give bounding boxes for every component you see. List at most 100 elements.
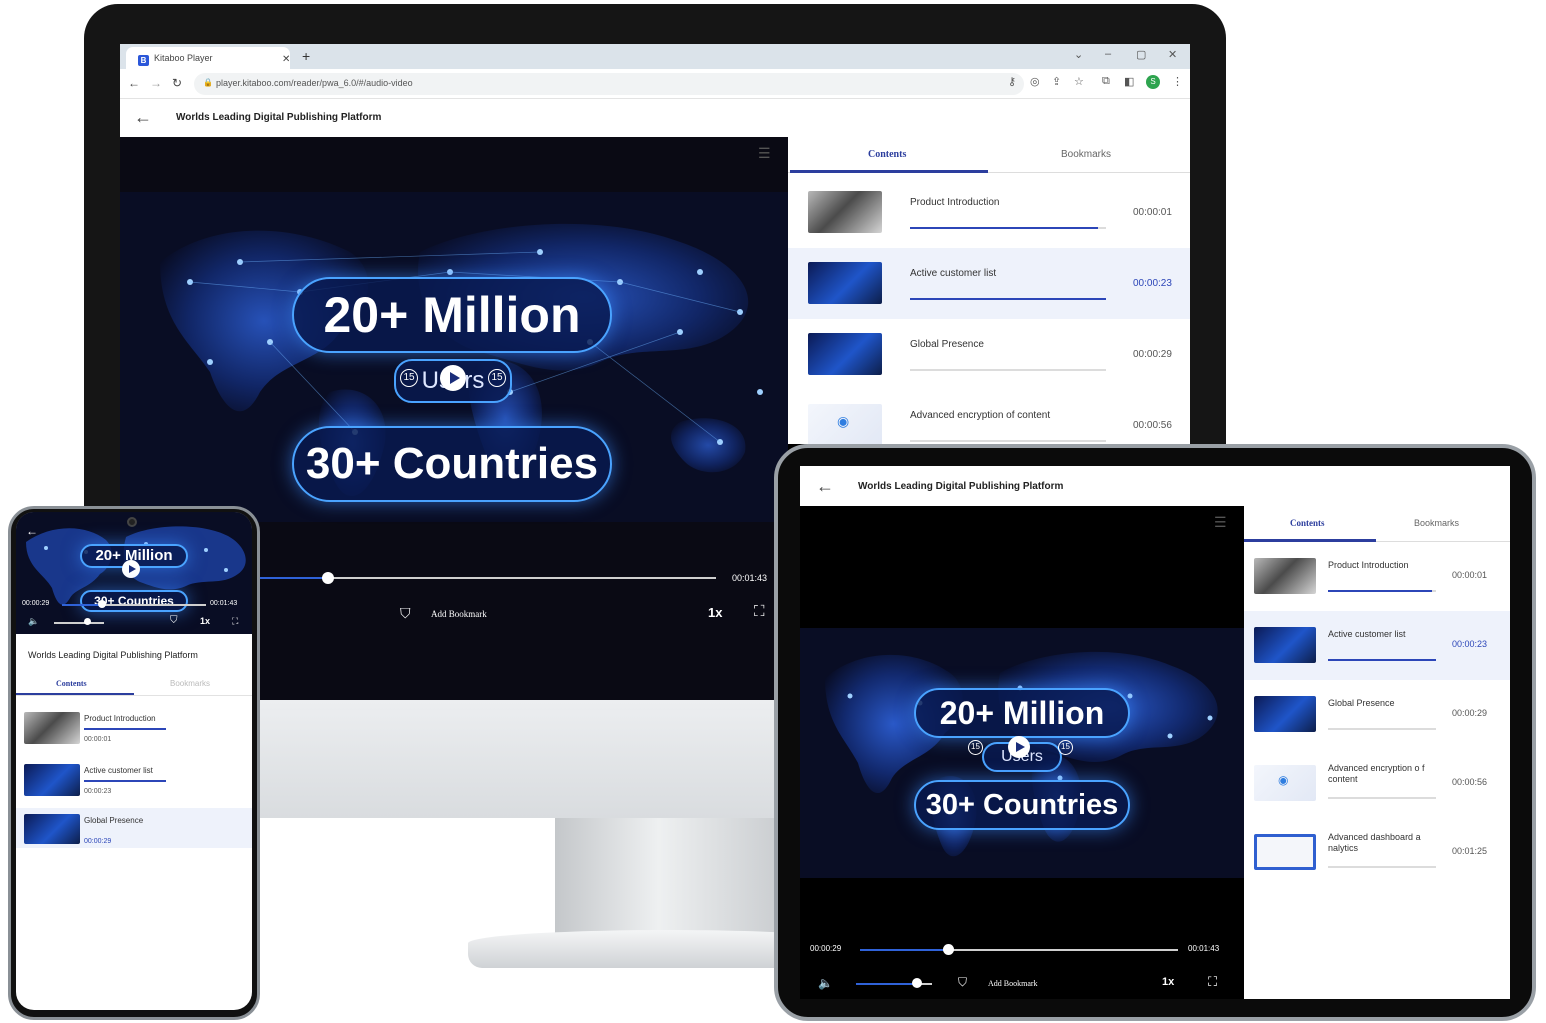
page-title: Worlds Leading Digital Publishing Platfo… <box>176 112 382 123</box>
active-tab-underline <box>16 693 134 695</box>
back-arrow-icon[interactable]: ← <box>816 477 834 495</box>
chapter-row[interactable]: Product Introduction 00:00:01 <box>16 702 252 752</box>
minimize-icon[interactable]: – <box>1105 48 1111 60</box>
seek-handle[interactable] <box>943 944 954 955</box>
chapter-row-active[interactable]: Active customer list 00:00:23 <box>788 248 1190 319</box>
seek-progress <box>62 604 102 606</box>
chapter-row[interactable]: Global Presence 00:00:29 <box>788 319 1190 390</box>
fullscreen-icon[interactable]: ⛶ <box>754 603 765 620</box>
add-bookmark-label[interactable]: Add Bookmark <box>988 979 1038 988</box>
speed-button[interactable]: 1x <box>708 605 722 620</box>
volume-handle[interactable] <box>912 978 922 988</box>
tablet-header: ← Worlds Leading Digital Publishing Plat… <box>800 466 1510 506</box>
seek-handle[interactable] <box>98 600 106 608</box>
close-tab-icon[interactable]: ✕ <box>282 54 290 65</box>
chapter-row[interactable]: ◉ Advanced encryption o f content 00:00:… <box>1244 749 1510 818</box>
tablet-screen: ← Worlds Leading Digital Publishing Plat… <box>800 466 1510 999</box>
chapter-title: Advanced dashboard a nalytics <box>1328 832 1421 853</box>
settings-sliders-icon[interactable]: ☰ <box>758 145 771 162</box>
browser-tab[interactable]: B Kitaboo Player ✕ <box>126 47 290 69</box>
rewind-15-icon[interactable]: 15 <box>968 740 983 755</box>
chapter-thumbnail <box>808 333 882 375</box>
chapter-time: 00:00:23 <box>1133 278 1172 289</box>
chapter-progress-fill <box>910 227 1099 229</box>
url-field[interactable]: 🔒 player.kitaboo.com/reader/pwa_6.0/#/au… <box>194 73 1024 95</box>
chapter-time: 00:01:25 <box>1452 846 1488 856</box>
chapter-progress-fill <box>1328 590 1432 592</box>
tab-bookmarks[interactable]: Bookmarks <box>1414 518 1459 528</box>
play-button[interactable] <box>440 365 466 391</box>
chapter-title: Advanced encryption o f content <box>1328 763 1425 784</box>
chapter-progress-fill <box>1328 659 1436 661</box>
duration-label: 00:01:43 <box>732 573 768 583</box>
forward-nav-icon[interactable]: → <box>150 76 162 90</box>
chapter-row-active[interactable]: Active customer list 00:00:23 <box>1244 611 1510 680</box>
volume-icon[interactable]: 🔈 <box>28 616 39 627</box>
more-menu-icon[interactable]: ⋮ <box>1172 75 1183 88</box>
fullscreen-icon[interactable]: ⛶ <box>232 616 238 627</box>
page-title: Worlds Leading Digital Publishing Platfo… <box>858 481 1064 492</box>
chapter-time: 00:00:29 <box>1133 349 1172 360</box>
fullscreen-icon[interactable]: ⛶ <box>1208 974 1217 990</box>
tab-search-icon[interactable]: ⌄ <box>1074 48 1083 61</box>
chapter-row[interactable]: Active customer list 00:00:23 <box>16 754 252 804</box>
volume-icon[interactable]: 🔈 <box>818 976 833 990</box>
front-camera <box>127 517 137 527</box>
kitaboo-favicon-icon: B <box>138 55 149 66</box>
chapter-row[interactable]: Product Introduction 00:00:01 <box>788 177 1190 248</box>
tab-title: Kitaboo Player <box>154 53 213 63</box>
play-button[interactable] <box>1008 736 1030 758</box>
star-icon[interactable]: ☆ <box>1074 75 1084 88</box>
extension-icon[interactable]: ⧉ <box>1102 75 1110 88</box>
rewind-15-icon[interactable]: 15 <box>400 369 418 387</box>
tablet-video-player[interactable]: ☰ 20+ Million Users 30+ Countries 15 <box>800 506 1244 999</box>
lens-icon[interactable]: ◎ <box>1030 75 1040 88</box>
tab-bookmarks[interactable]: Bookmarks <box>1061 149 1111 160</box>
new-tab-icon[interactable]: + <box>302 48 310 64</box>
chapter-progress-track <box>1328 866 1436 868</box>
settings-sliders-icon[interactable]: ☰ <box>1214 514 1227 531</box>
chapter-row-active[interactable]: Global Presence 00:00:29 <box>16 808 252 848</box>
chapter-progress-track <box>1328 728 1436 730</box>
back-arrow-icon[interactable]: ← <box>134 108 152 126</box>
tab-contents[interactable]: Contents <box>868 149 906 160</box>
share-icon[interactable]: ⇪ <box>1052 75 1061 88</box>
play-button[interactable] <box>122 560 140 578</box>
chapter-row[interactable]: Advanced dashboard a nalytics 00:01:25 <box>1244 818 1510 887</box>
chapter-progress-fill <box>910 298 1106 300</box>
chapter-row[interactable]: Global Presence 00:00:29 <box>1244 680 1510 749</box>
speed-button[interactable]: 1x <box>200 616 210 626</box>
forward-15-icon[interactable]: 15 <box>488 369 506 387</box>
maximize-icon[interactable]: ▢ <box>1136 48 1146 61</box>
forward-15-icon[interactable]: 15 <box>1058 740 1073 755</box>
add-bookmark-label[interactable]: Add Bookmark <box>431 609 487 619</box>
player-header: ← Worlds Leading Digital Publishing Plat… <box>120 99 1190 137</box>
bookmark-icon[interactable]: ⛉ <box>400 605 411 622</box>
chapter-progress-track <box>1328 797 1436 799</box>
back-arrow-icon[interactable]: ← <box>26 524 38 538</box>
speed-button[interactable]: 1x <box>1162 976 1174 988</box>
seek-handle[interactable] <box>322 572 334 584</box>
chapter-title: Global Presence <box>910 339 984 350</box>
volume-handle[interactable] <box>84 618 91 625</box>
chapter-time: 00:00:29 <box>1452 708 1488 718</box>
volume-track[interactable] <box>54 622 104 624</box>
sidepanel-icon[interactable]: ◧ <box>1124 75 1134 88</box>
chapter-row[interactable]: Product Introduction 00:00:01 <box>1244 542 1510 611</box>
phone-screen: ← 20+ Million 30+ Countries 00:00:29 00:… <box>16 512 252 1010</box>
seek-progress <box>860 949 948 951</box>
tab-contents[interactable]: Contents <box>56 679 87 688</box>
reload-icon[interactable]: ↻ <box>172 76 182 90</box>
chapter-progress-track <box>910 369 1106 371</box>
close-window-icon[interactable]: ✕ <box>1168 48 1177 61</box>
phone-video-player[interactable]: ← 20+ Million 30+ Countries 00:00:29 00:… <box>16 512 252 634</box>
key-icon[interactable]: ⚷ <box>1008 75 1016 88</box>
profile-avatar[interactable]: S <box>1146 75 1160 89</box>
bookmark-icon[interactable]: ⛉ <box>958 975 967 990</box>
back-nav-icon[interactable]: ← <box>128 76 140 90</box>
tab-bookmarks[interactable]: Bookmarks <box>170 679 210 688</box>
chapter-progress-track <box>910 440 1106 442</box>
tab-contents[interactable]: Contents <box>1290 518 1325 528</box>
bookmark-icon[interactable]: ⛉ <box>170 615 178 626</box>
headline-million: 20+ Million <box>914 688 1130 738</box>
